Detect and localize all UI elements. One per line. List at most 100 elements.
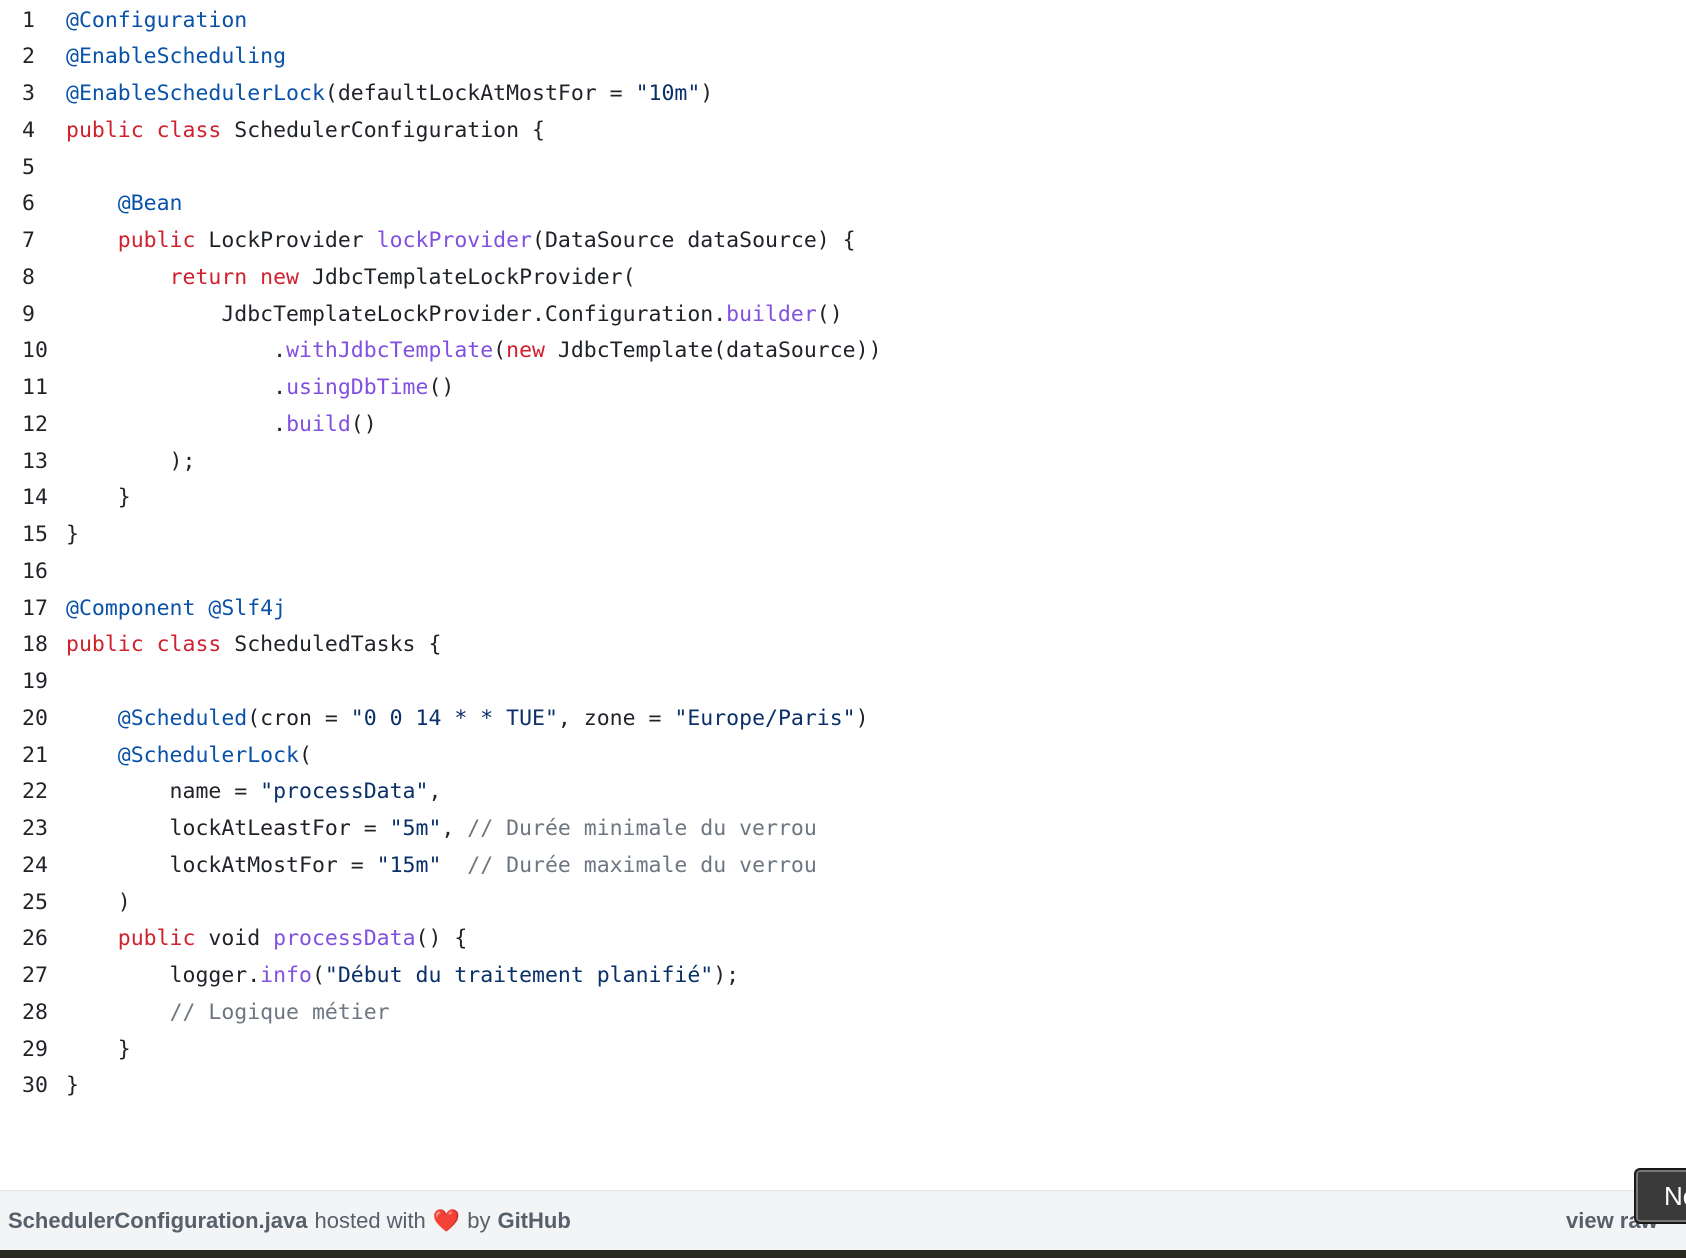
- code-content: .build(): [66, 412, 377, 437]
- code-token: SchedulerConfiguration {: [221, 117, 545, 143]
- code-token: @Bean: [117, 191, 183, 217]
- hosted-with-text: hosted with: [314, 1208, 426, 1233]
- code-line: 9 JdbcTemplateLockProvider.Configuration…: [0, 294, 1686, 334]
- code-token: public class: [66, 632, 222, 658]
- code-token: JdbcTemplateLockProvider(: [299, 264, 636, 290]
- line-number[interactable]: 28: [0, 1000, 70, 1025]
- code-line: 1 @Configuration: [0, 0, 1686, 40]
- code-token: usingDbTime: [286, 375, 429, 400]
- line-number[interactable]: 12: [0, 412, 70, 437]
- line-number[interactable]: 15: [0, 522, 70, 547]
- code-content: return new JdbcTemplateLockProvider(: [66, 265, 636, 290]
- code-token: JdbcTemplateLockProvider.Configuration.: [66, 301, 727, 327]
- code-line: 4 public class SchedulerConfiguration {: [0, 110, 1686, 150]
- code-area: 1 @Configuration 2 @EnableScheduling 3 @Enabl…: [0, 0, 1686, 1190]
- code-line: 14 }: [0, 478, 1686, 518]
- code-line: 26 public void processData() {: [0, 919, 1686, 959]
- code-token: () {: [415, 926, 468, 952]
- code-token: "10m": [635, 81, 701, 106]
- code-line: 11 .usingDbTime(): [0, 368, 1686, 408]
- code-content: .usingDbTime(): [66, 375, 454, 400]
- code-token: (): [428, 375, 455, 400]
- line-number[interactable]: 18: [0, 632, 70, 657]
- line-number[interactable]: 23: [0, 816, 70, 841]
- code-content: }: [66, 1073, 79, 1098]
- code-token: (DataSource dataSource) {: [532, 228, 856, 253]
- code-token: "processData": [260, 779, 429, 805]
- code-line: 7 public LockProvider lockProvider(DataS…: [0, 221, 1686, 261]
- code-line: 13 );: [0, 441, 1686, 481]
- code-line: 12 .build(): [0, 404, 1686, 444]
- code-token: build: [286, 411, 351, 437]
- line-number[interactable]: 27: [0, 963, 70, 988]
- line-number[interactable]: 3: [0, 81, 70, 106]
- github-link[interactable]: GitHub: [497, 1208, 570, 1234]
- line-number[interactable]: 16: [0, 559, 70, 584]
- line-number[interactable]: 9: [0, 302, 70, 327]
- line-number[interactable]: 1: [0, 8, 70, 33]
- code-token: @Configuration: [66, 7, 248, 33]
- code-token: ): [700, 81, 714, 106]
- page-background-strip: [0, 1250, 1686, 1258]
- code-token: @Slf4j: [208, 595, 287, 621]
- code-token: "Europe/Paris": [674, 705, 856, 731]
- code-line: 23 lockAtLeastFor = "5m", // Durée minim…: [0, 809, 1686, 849]
- code-token: // Logique métier: [169, 999, 390, 1025]
- code-token: }: [66, 485, 131, 511]
- code-line: 21 @SchedulerLock(: [0, 735, 1686, 775]
- code-content: @EnableSchedulerLock(defaultLockAtMostFo…: [66, 81, 713, 106]
- code-token: .: [66, 375, 287, 400]
- code-token: return new: [169, 264, 300, 290]
- line-number[interactable]: 17: [0, 596, 70, 621]
- line-number[interactable]: 4: [0, 118, 70, 143]
- code-token: (: [299, 742, 312, 768]
- code-token: @EnableSchedulerLock: [66, 81, 325, 106]
- code-token: , zone =: [557, 705, 675, 731]
- code-token: }: [66, 1073, 79, 1099]
- line-number[interactable]: 30: [0, 1073, 70, 1098]
- code-token: public: [117, 926, 196, 952]
- line-number[interactable]: 10: [0, 338, 70, 363]
- code-content: }: [66, 485, 131, 510]
- code-token: @EnableScheduling: [66, 44, 287, 70]
- code-token: .: [66, 411, 287, 437]
- line-number[interactable]: 19: [0, 669, 70, 694]
- heart-icon: ❤️: [432, 1208, 461, 1233]
- line-number[interactable]: 6: [0, 191, 70, 216]
- line-number[interactable]: 5: [0, 155, 70, 180]
- code-token: lockProvider: [376, 228, 533, 253]
- code-token: processData: [273, 926, 416, 952]
- code-token: builder: [726, 301, 817, 327]
- line-number[interactable]: 11: [0, 375, 70, 400]
- line-number[interactable]: 20: [0, 706, 70, 731]
- line-number[interactable]: 21: [0, 743, 70, 768]
- file-name-link[interactable]: SchedulerConfiguration.java: [8, 1208, 308, 1234]
- code-content: name = "processData",: [66, 779, 442, 805]
- code-token: "0 0 14 * * TUE": [350, 705, 558, 731]
- code-line: 16: [0, 551, 1686, 591]
- line-number[interactable]: 2: [0, 44, 70, 69]
- code-content: // Logique métier: [66, 1000, 390, 1025]
- code-content: lockAtLeastFor = "5m", // Durée minimale…: [66, 816, 817, 841]
- line-number[interactable]: 13: [0, 449, 70, 474]
- line-number[interactable]: 24: [0, 853, 70, 878]
- code-token: ): [66, 889, 131, 915]
- code-token: lockAtLeastFor =: [66, 816, 390, 841]
- code-token: void: [195, 926, 274, 952]
- line-number[interactable]: 25: [0, 890, 70, 915]
- line-number[interactable]: 14: [0, 485, 70, 510]
- code-token: );: [713, 963, 740, 988]
- line-number[interactable]: 29: [0, 1037, 70, 1062]
- gist-meta: SchedulerConfiguration.java hosted with …: [8, 1191, 571, 1251]
- code-content: @SchedulerLock(: [66, 743, 312, 768]
- line-number[interactable]: 26: [0, 926, 70, 951]
- line-number[interactable]: 22: [0, 779, 70, 804]
- code-token: (: [311, 963, 325, 988]
- floating-next-button[interactable]: Ne: [1634, 1168, 1686, 1224]
- line-number[interactable]: 7: [0, 228, 70, 253]
- line-number[interactable]: 8: [0, 265, 70, 290]
